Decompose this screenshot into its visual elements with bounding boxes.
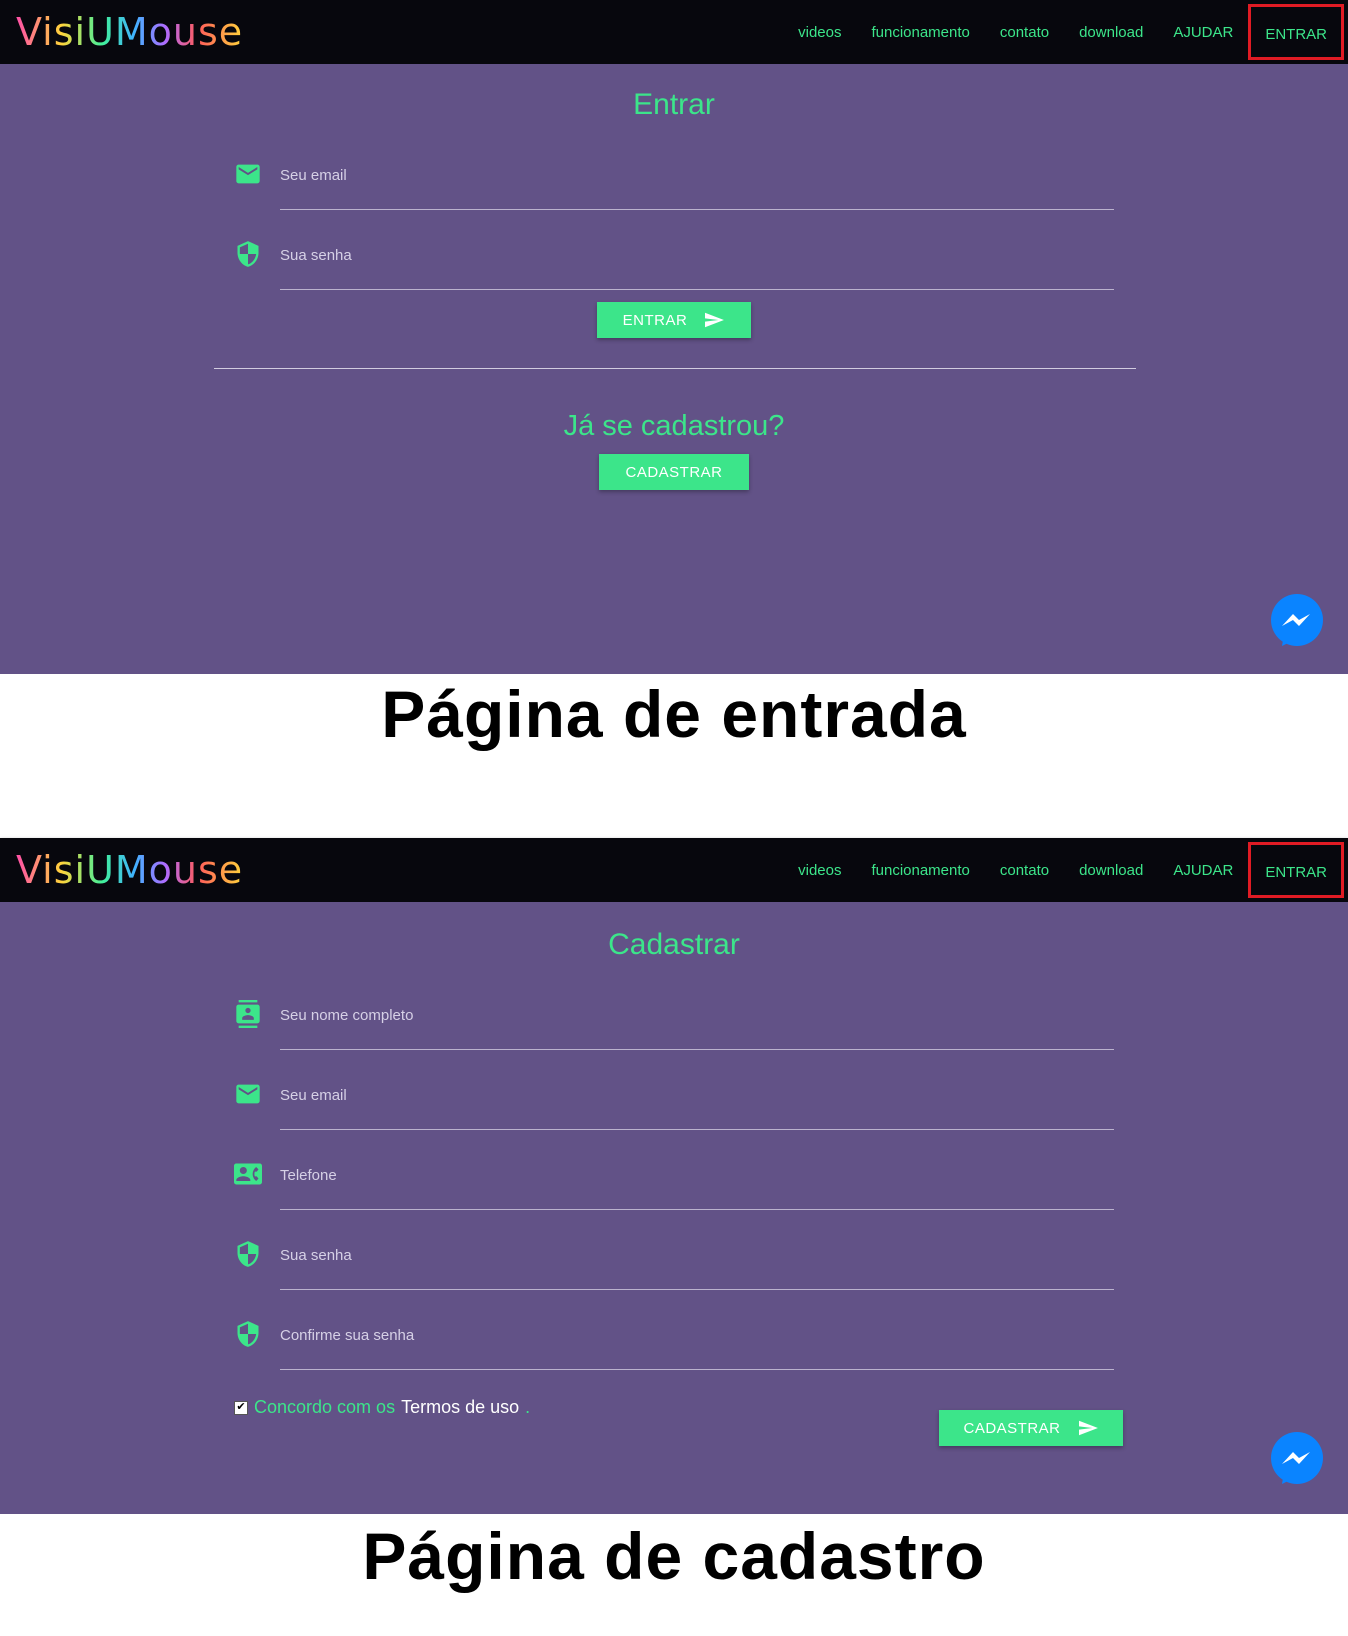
terms-checkbox[interactable]: ✔ [234, 1400, 248, 1415]
nav-links: videos funcionamento contato download AJ… [783, 0, 1348, 64]
register-email-input[interactable] [280, 1080, 1114, 1110]
nav-link-funcionamento[interactable]: funcionamento [871, 24, 969, 41]
register-phone-field [234, 1150, 1114, 1210]
phone-underline [280, 1209, 1114, 1210]
register-confirm-input[interactable] [280, 1320, 1114, 1350]
nav-link-ajudar[interactable]: AJUDAR [1173, 24, 1233, 41]
terms-link[interactable]: Termos de uso [401, 1397, 519, 1418]
login-screenshot: VisiUMouse videos funcionamento contato … [0, 0, 1348, 674]
section-divider [214, 368, 1136, 369]
register-password-field [234, 1230, 1114, 1290]
login-content: Entrar ENTRAR Já se cadastrou? CADASTRAR [0, 64, 1348, 674]
navbar: VisiUMouse videos funcionamento contato … [0, 838, 1348, 902]
logo-text: VisiUMouse [16, 10, 244, 54]
nav-link-funcionamento[interactable]: funcionamento [871, 862, 969, 879]
nav-link-download[interactable]: download [1079, 862, 1143, 879]
contact-phone-icon [234, 1163, 262, 1185]
login-password-input[interactable] [280, 240, 1114, 270]
logo[interactable]: VisiUMouse [16, 0, 243, 64]
register-content: Cadastrar Seu nome completo Seu email Te… [0, 902, 1348, 1514]
login-title: Entrar [633, 88, 715, 121]
messenger-icon[interactable] [1270, 594, 1324, 648]
nav-links: videos funcionamento contato download AJ… [783, 838, 1348, 902]
login-email-field [234, 150, 1114, 210]
nav-link-entrar[interactable]: ENTRAR [1248, 842, 1344, 898]
register-link-button[interactable]: CADASTRAR [599, 454, 749, 490]
nav-link-ajudar[interactable]: AJUDAR [1173, 862, 1233, 879]
navbar: VisiUMouse videos funcionamento contato … [0, 0, 1348, 64]
nav-link-entrar[interactable]: ENTRAR [1248, 4, 1344, 60]
messenger-icon[interactable] [1270, 1432, 1324, 1486]
login-password-field [234, 230, 1114, 290]
logo[interactable]: VisiUMouse [16, 838, 243, 902]
register-submit-button[interactable]: CADASTRAR [939, 1410, 1123, 1446]
registered-question: Já se cadastrou? [563, 410, 785, 442]
nav-link-contato[interactable]: contato [1000, 24, 1049, 41]
contact-card-icon [236, 1000, 260, 1028]
register-confirm-field [234, 1310, 1114, 1370]
terms-prefix: Concordo com os [254, 1397, 396, 1417]
login-email-input[interactable] [280, 160, 1114, 190]
login-submit-label: ENTRAR [622, 311, 688, 329]
register-caption: Página de cadastro [362, 1519, 986, 1593]
register-email-field [234, 1070, 1114, 1130]
email-icon [236, 1084, 260, 1104]
email-icon [236, 164, 260, 184]
register-name-input[interactable] [280, 1000, 1114, 1030]
email-underline [280, 209, 1114, 210]
shield-icon [237, 241, 259, 267]
nav-link-contato[interactable]: contato [1000, 862, 1049, 879]
name-underline [280, 1049, 1114, 1050]
shield-icon [237, 1241, 259, 1267]
password-underline [280, 1289, 1114, 1290]
nav-link-download[interactable]: download [1079, 24, 1143, 41]
terms-suffix: . [525, 1397, 531, 1417]
register-name-field [234, 990, 1114, 1050]
send-icon [705, 312, 725, 328]
login-caption: Página de entrada [381, 677, 967, 751]
register-submit-label: CADASTRAR [963, 1419, 1061, 1437]
send-icon [1078, 1420, 1098, 1436]
confirm-underline [280, 1369, 1114, 1370]
password-underline [280, 289, 1114, 290]
nav-link-videos[interactable]: videos [798, 24, 841, 41]
nav-link-videos[interactable]: videos [798, 862, 841, 879]
register-screenshot: VisiUMouse videos funcionamento contato … [0, 838, 1348, 1516]
register-phone-input[interactable] [280, 1160, 1114, 1190]
login-submit-button[interactable]: ENTRAR [597, 302, 751, 338]
shield-icon [237, 1321, 259, 1347]
register-title: Cadastrar [608, 928, 740, 961]
register-password-input[interactable] [280, 1240, 1114, 1270]
email-underline [280, 1129, 1114, 1130]
register-link-label: CADASTRAR [625, 463, 723, 481]
terms-row: ✔ Concordo com os Termos de uso. [234, 1397, 530, 1418]
logo-text: VisiUMouse [16, 848, 244, 892]
